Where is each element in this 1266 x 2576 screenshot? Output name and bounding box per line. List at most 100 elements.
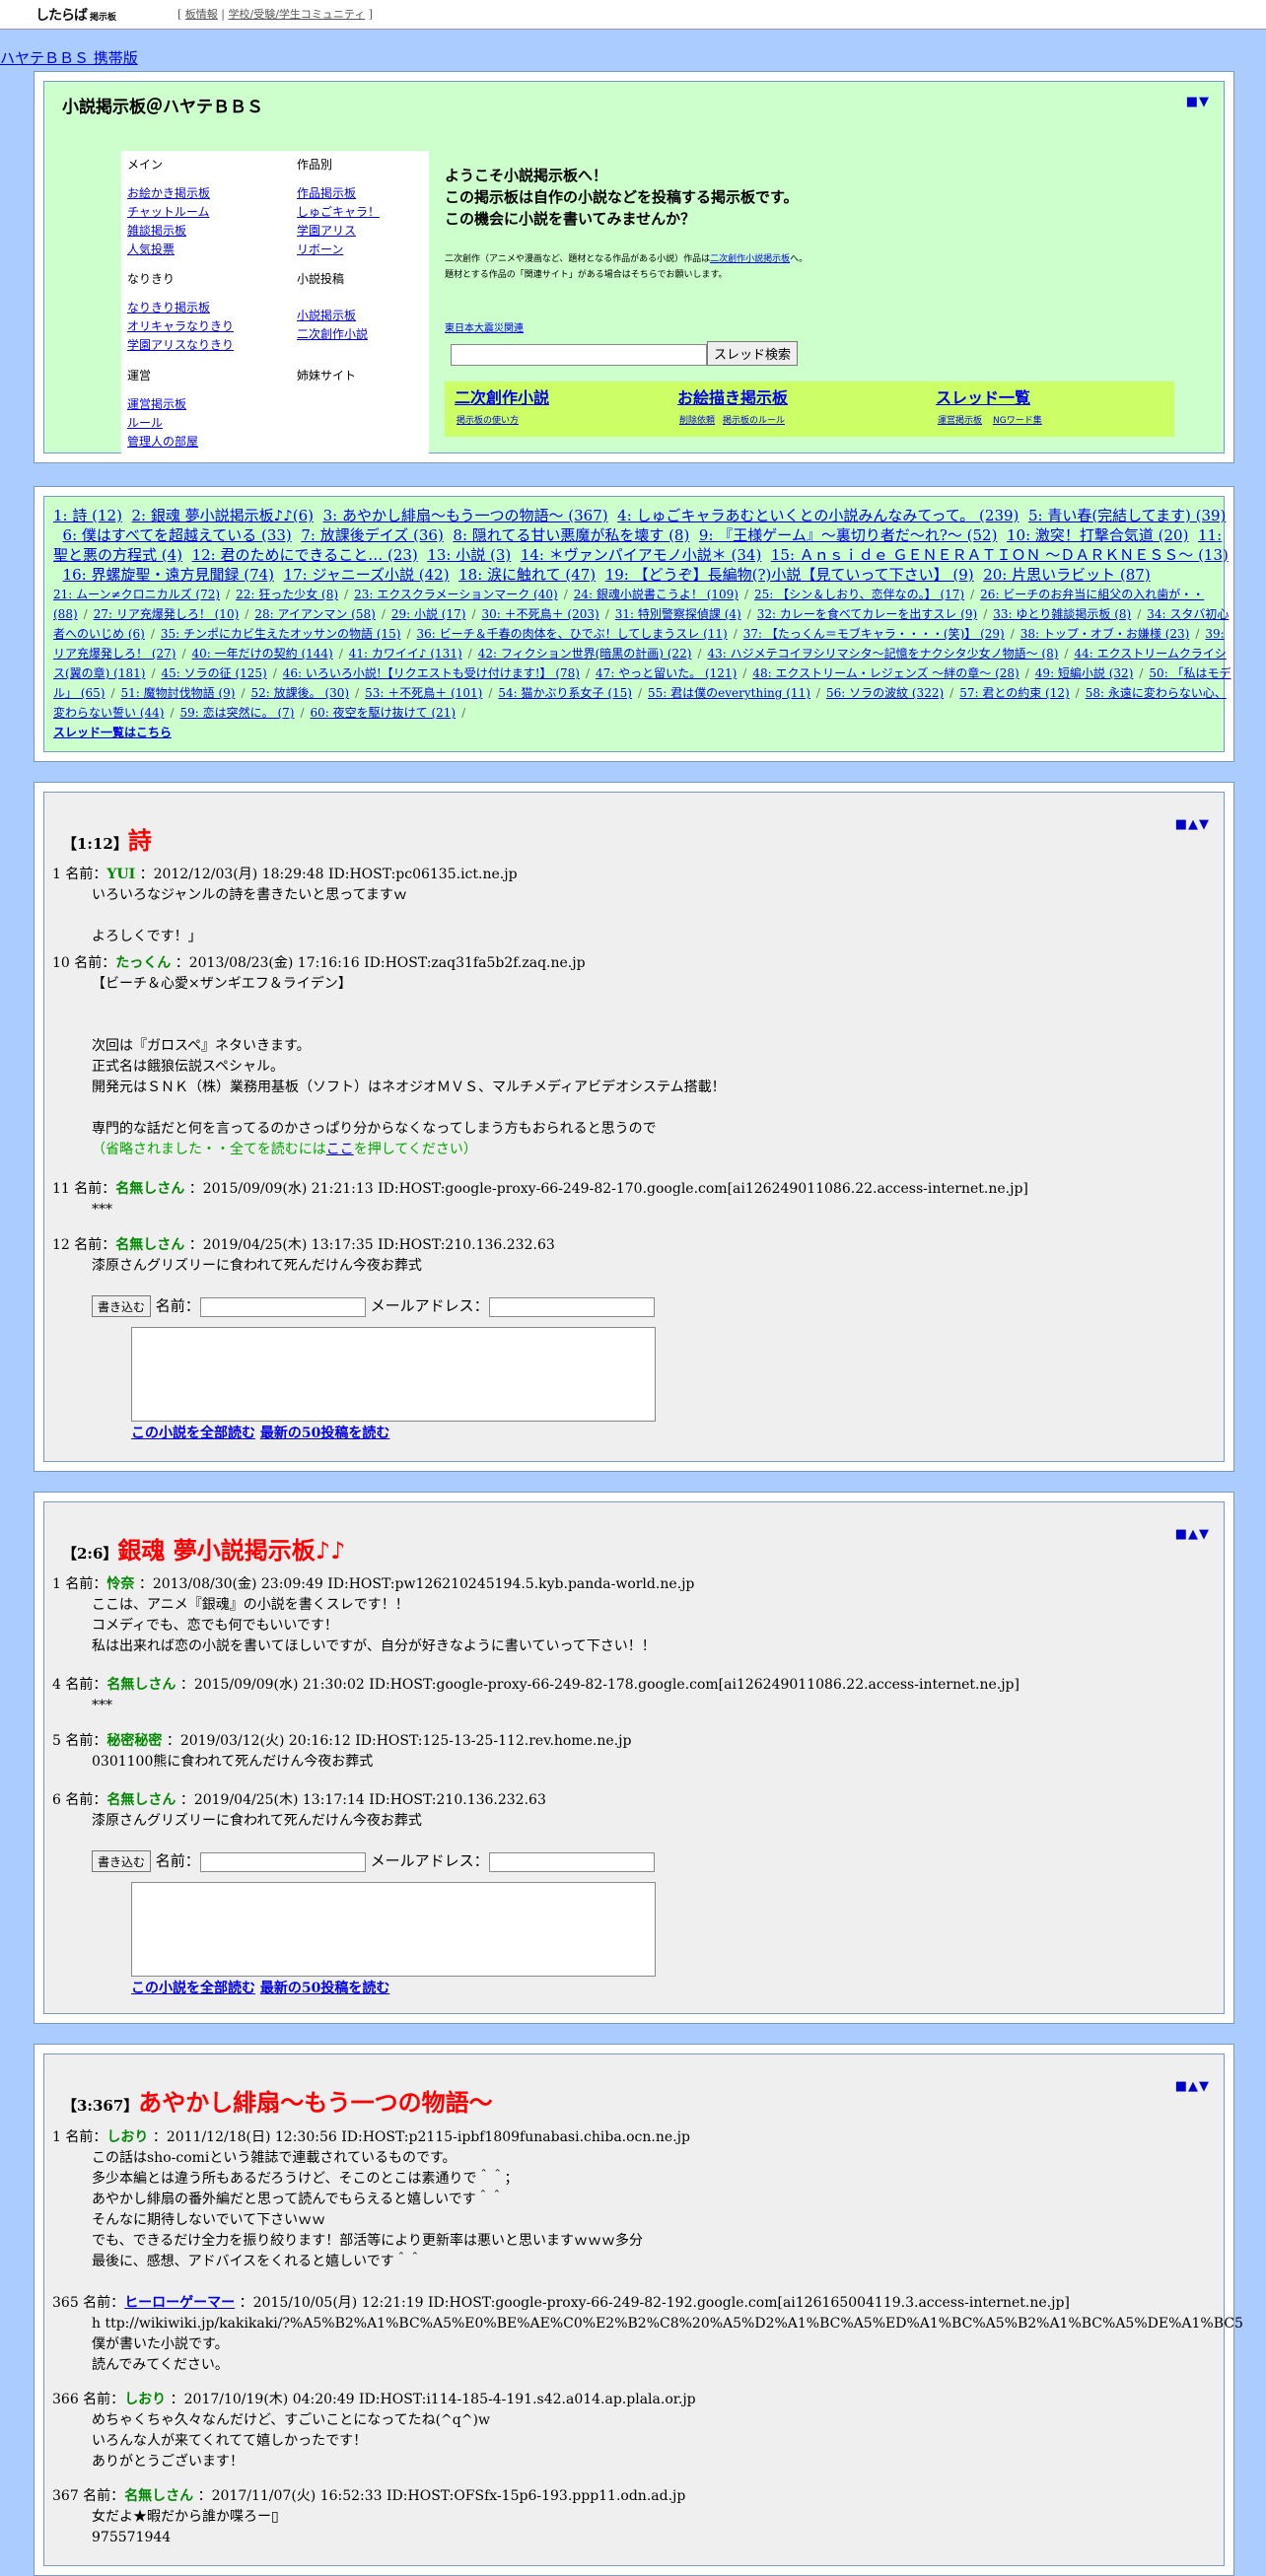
fanfic-board-link[interactable]: 二次創作小説掲示板 bbox=[710, 254, 790, 264]
usage-link[interactable]: 掲示板の使い方 bbox=[457, 415, 519, 428]
earthquake-link[interactable]: 東日本大震災関連 bbox=[445, 322, 524, 337]
menu-item[interactable]: 雑談掲示板 bbox=[127, 222, 210, 241]
mail-input[interactable] bbox=[488, 1296, 655, 1317]
thread-nav-arrows[interactable]: ■▲▼ bbox=[1175, 1526, 1210, 1545]
thread-index-item[interactable]: 21: ムーン≠クロニカルズ (72) bbox=[53, 588, 220, 601]
thread-index-item[interactable]: 28: アイアンマン (58) bbox=[254, 607, 376, 621]
poster-name-link[interactable]: ヒーローゲーマー bbox=[124, 2295, 235, 2311]
thread-index-item[interactable]: 33: ゆとり雑談掲示板 (8) bbox=[993, 607, 1131, 621]
thread-search-button[interactable]: スレッド検索 bbox=[707, 341, 799, 366]
menu-item[interactable]: オリキャラなりきり bbox=[127, 317, 234, 336]
thread-index-item[interactable]: 54: 猫かぶり系女子 (15) bbox=[498, 686, 632, 700]
thread-index-item[interactable]: 1: 詩 (12) bbox=[53, 507, 122, 524]
menu-item[interactable]: 管理人の部屋 bbox=[127, 433, 198, 452]
thread-nav-arrows[interactable]: ■▲▼ bbox=[1175, 816, 1210, 835]
thread-index-item[interactable]: 4: しゅごキャラあむといくとの小説みんなみてって。 (239) bbox=[617, 507, 1019, 524]
thread-index-item[interactable]: 53: ＋不死鳥＋ (101) bbox=[365, 686, 482, 700]
header-nav-arrows[interactable]: ■▼ bbox=[1186, 94, 1210, 112]
thread-title[interactable]: あやかし緋扇～もう一つの物語～ bbox=[138, 2088, 492, 2117]
thread-index-item[interactable]: 47: やっと留いた。 (121) bbox=[596, 666, 737, 680]
thread-index-item[interactable]: 36: ビーチ＆千春の肉体を、ひでぶ！してしまうスレ (11) bbox=[417, 627, 728, 641]
menu-item[interactable]: 学園アリス bbox=[297, 222, 380, 241]
thread-index-item[interactable]: 31: 特別警察探偵課 (4) bbox=[615, 607, 741, 621]
fanfic-novel-link[interactable]: 二次創作小説 bbox=[455, 386, 549, 409]
thread-index-item[interactable]: 46: いろいろ小説!【リクエストも受け付けます!】 (78) bbox=[283, 666, 580, 680]
thread-index-item[interactable]: 24: 銀魂小説書こうよ！ (109) bbox=[574, 588, 738, 601]
thread-index-item[interactable]: 2: 銀魂 夢小説掲示板♪♪(6) bbox=[131, 507, 314, 524]
submit-button[interactable]: 書き込む bbox=[92, 1295, 152, 1317]
thread-index-item[interactable]: 19: 【どうぞ】長編物(?)小説【見ていって下さい】 (9) bbox=[605, 566, 974, 584]
thread-index-item[interactable]: 20: 片思いラビット (87) bbox=[983, 566, 1150, 584]
all-threads-link[interactable]: スレッド一覧はこちら bbox=[53, 726, 172, 739]
menu-item[interactable]: 運営掲示板 bbox=[127, 395, 198, 414]
thread-index-item[interactable]: 56: ソラの波紋 (322) bbox=[826, 686, 944, 700]
thread-index-item[interactable]: 3: あやかし緋扇～もう一つの物語～ (367) bbox=[323, 507, 608, 524]
thread-index-item[interactable]: 42: フィクション世界(暗黒の計画) (22) bbox=[478, 647, 692, 661]
thread-index-item[interactable]: 52: 放課後。 (30) bbox=[251, 686, 350, 700]
thread-index-item[interactable]: 38: トップ・オブ・お嫌様 (23) bbox=[1020, 627, 1190, 641]
read-more-link[interactable]: ここ bbox=[326, 1142, 354, 1157]
thread-index-item[interactable]: 12: 君のためにできること… (23) bbox=[192, 546, 418, 564]
menu-item[interactable]: なりきり掲示板 bbox=[127, 299, 234, 317]
thread-index-item[interactable]: 25: 【シン＆しおり、恋伴なの。】 (17) bbox=[754, 588, 964, 601]
thread-index-item[interactable]: 49: 短編小説 (32) bbox=[1035, 666, 1134, 680]
thread-index-item[interactable]: 29: 小説 (17) bbox=[391, 607, 466, 621]
thread-index-item[interactable]: 57: 君との約束 (12) bbox=[959, 686, 1069, 700]
message-textarea[interactable] bbox=[131, 1882, 656, 1977]
thread-search-input[interactable] bbox=[451, 343, 707, 366]
menu-item[interactable]: 二次創作小説 bbox=[297, 325, 368, 344]
thread-index-item[interactable]: 15: Ａｎｓｉｄｅ ＧＥＮＥＲＡＴＩＯＮ ～ＤＡＲＫＮＥＳＳ～ (13) bbox=[771, 546, 1229, 564]
menu-item[interactable]: 人気投票 bbox=[127, 241, 210, 259]
thread-index-item[interactable]: 10: 激突！打撃合気道 (20) bbox=[1007, 526, 1188, 544]
menu-item[interactable]: 小説掲示板 bbox=[297, 307, 368, 325]
thread-index-item[interactable]: 27: リア充爆発しろ！ (10) bbox=[94, 607, 240, 621]
board-rules-link[interactable]: 掲示板のルール bbox=[723, 415, 785, 428]
category-link[interactable]: 学校/受験/学生コミュニティ bbox=[229, 8, 366, 21]
read-all-link[interactable]: この小説を全部読む bbox=[131, 1981, 255, 1996]
thread-index-item[interactable]: 30: ＋不死鳥＋ (203) bbox=[481, 607, 598, 621]
thread-index-item[interactable]: 45: ソラの征 (125) bbox=[162, 666, 267, 680]
submit-button[interactable]: 書き込む bbox=[92, 1850, 152, 1872]
ng-words-link[interactable]: NGワード集 bbox=[993, 415, 1042, 428]
thread-list-link[interactable]: スレッド一覧 bbox=[936, 386, 1030, 409]
thread-index-item[interactable]: 40: 一年だけの契約 (144) bbox=[192, 647, 333, 661]
menu-item[interactable]: チャットルーム bbox=[127, 203, 210, 222]
board-info-link[interactable]: 板情報 bbox=[185, 8, 218, 21]
thread-index-item[interactable]: 16: 界螺旋聖・遠方見聞録 (74) bbox=[63, 566, 274, 584]
thread-index-item[interactable]: 23: エクスクラメーションマーク (40) bbox=[354, 588, 558, 601]
read-latest-50-link[interactable]: 最新の50投稿を読む bbox=[260, 1426, 389, 1441]
thread-index-item[interactable]: 60: 夜空を駆け抜けて (21) bbox=[311, 706, 457, 720]
thread-index-item[interactable]: 13: 小説 (3) bbox=[427, 546, 511, 564]
thread-title[interactable]: 銀魂 夢小説掲示板♪♪ bbox=[117, 1536, 345, 1565]
thread-index-item[interactable]: 8: 隠れてる甘い悪魔が私を壊す (8) bbox=[453, 526, 689, 544]
thread-index-item[interactable]: 17: ジャニーズ小説 (42) bbox=[284, 566, 450, 584]
menu-item[interactable]: リボーン bbox=[297, 241, 380, 259]
thread-index-item[interactable]: 7: 放課後デイズ (36) bbox=[301, 526, 444, 544]
thread-index-item[interactable]: 37: 【たっくん＝モブキャラ・・・・(笑)】 (29) bbox=[743, 627, 1005, 641]
mobile-board-link[interactable]: ハヤテＢＢＳ 携帯版 bbox=[0, 48, 138, 70]
menu-item[interactable]: 学園アリスなりきり bbox=[127, 336, 234, 355]
site-logo[interactable]: したらば 掲示板 bbox=[35, 6, 116, 26]
name-input[interactable] bbox=[199, 1851, 366, 1872]
thread-title[interactable]: 詩 bbox=[128, 826, 152, 855]
menu-item[interactable]: ルール bbox=[127, 414, 198, 433]
thread-index-item[interactable]: 6: 僕はすべてを超越えている (33) bbox=[63, 526, 292, 544]
menu-item[interactable]: しゅごキャラ！ bbox=[297, 203, 380, 222]
thread-index-item[interactable]: 9: 『王様ゲーム』～裏切り者だ～れ?～ (52) bbox=[699, 526, 998, 544]
thread-index-item[interactable]: 32: カレーを食べてカレーを出すスレ (9) bbox=[757, 607, 977, 621]
thread-index-item[interactable]: 43: ハジメテコイヲシリマシタ～記憶をナクシタ少女ノ物語～ (8) bbox=[707, 647, 1058, 661]
thread-index-item[interactable]: 48: エクストリーム・レジェンズ ～絆の章～ (28) bbox=[752, 666, 1019, 680]
read-latest-50-link[interactable]: 最新の50投稿を読む bbox=[260, 1981, 389, 1996]
thread-index-item[interactable]: 14: ＊ヴァンパイアモノ小説＊ (34) bbox=[521, 546, 761, 564]
thread-index-item[interactable]: 41: カワイイ♪ (131) bbox=[349, 647, 462, 661]
mail-input[interactable] bbox=[488, 1851, 655, 1872]
oekaki-board-link[interactable]: お絵描き掲示板 bbox=[677, 386, 788, 409]
thread-index-item[interactable]: 35: チンポにカビ生えたオッサンの物語 (15) bbox=[161, 627, 401, 641]
thread-index-item[interactable]: 51: 魔物討伐物語 (9) bbox=[121, 686, 236, 700]
thread-index-item[interactable]: 55: 君は僕のeverything (11) bbox=[648, 686, 810, 700]
delete-request-link[interactable]: 削除依頼 bbox=[679, 415, 715, 428]
thread-nav-arrows[interactable]: ■▲▼ bbox=[1175, 2078, 1210, 2097]
read-all-link[interactable]: この小説を全部読む bbox=[131, 1426, 255, 1441]
menu-item[interactable]: お絵かき掲示板 bbox=[127, 184, 210, 203]
name-input[interactable] bbox=[199, 1296, 366, 1317]
